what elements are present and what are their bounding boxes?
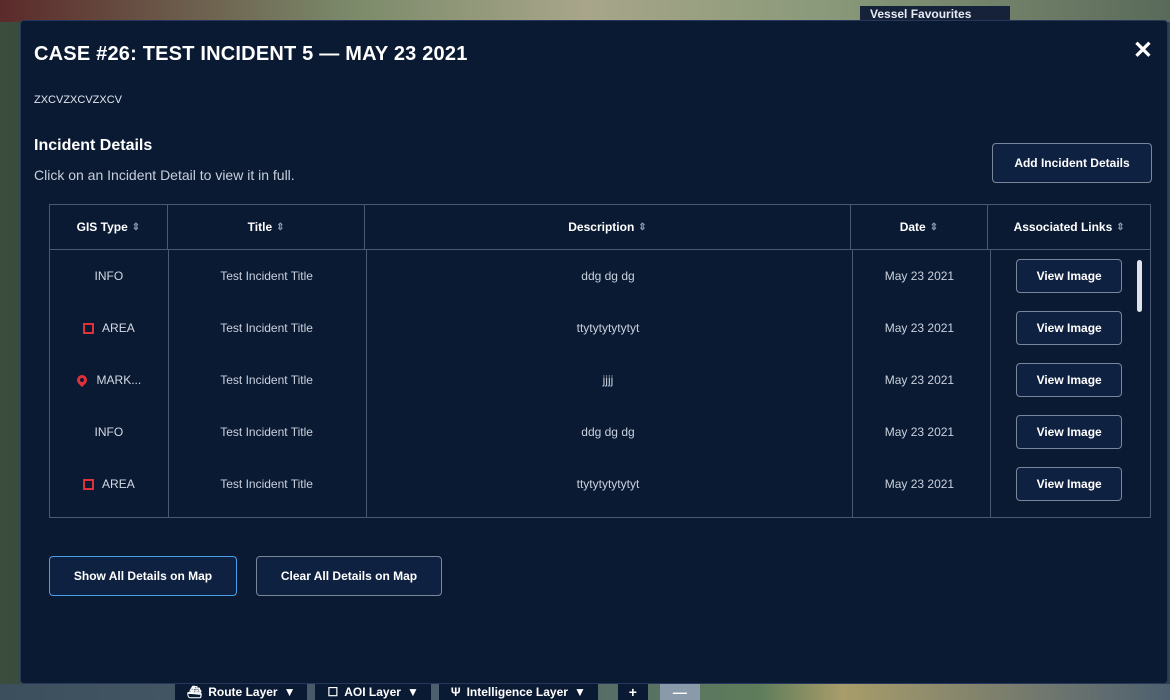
view-image-button[interactable]: View Image <box>1016 415 1123 449</box>
close-icon[interactable]: ✕ <box>1133 39 1153 63</box>
column-header-title[interactable]: Title ⇕ <box>168 205 366 249</box>
sort-icon: ⇕ <box>1116 221 1125 233</box>
title-cell: Test Incident Title <box>220 269 313 283</box>
gis-type-cell: INFO <box>94 269 124 283</box>
clear-all-details-button[interactable]: Clear All Details on Map <box>256 556 442 596</box>
view-image-button[interactable]: View Image <box>1016 259 1123 293</box>
map-pin-icon <box>74 372 89 388</box>
title-cell: Test Incident Title <box>220 477 313 491</box>
section-hint: Click on an Incident Detail to view it i… <box>34 167 295 183</box>
antenna-icon: Ψ <box>450 685 461 699</box>
sort-icon: ⇕ <box>929 221 939 233</box>
table-row[interactable]: AREA Test Incident Title ttytytytytytyt … <box>50 302 1150 354</box>
description-cell: ddg dg dg <box>581 425 635 439</box>
description-cell: ttytytytytytyt <box>576 321 640 335</box>
gis-type-cell: AREA <box>50 302 168 354</box>
gis-type-cell: INFO <box>94 425 124 439</box>
zoom-in-button[interactable]: + <box>617 684 648 700</box>
view-image-button[interactable]: View Image <box>1016 467 1123 501</box>
chevron-down-icon: ▼ <box>573 685 586 699</box>
date-cell: May 23 2021 <box>884 477 955 491</box>
section-title: Incident Details <box>34 137 153 154</box>
layer-toolbar: ⛴ Route Layer ▼ ☐ AOI Layer ▼ Ψ Intellig… <box>175 684 700 700</box>
links-cell: View Image <box>988 302 1150 354</box>
description-cell: ddg dg dg <box>581 269 635 283</box>
table-row[interactable]: INFO Test Incident Title ddg dg dg May 2… <box>50 406 1150 458</box>
incident-details-table: GIS Type ⇕ Title ⇕ Description ⇕ Date ⇕ Asso… <box>49 204 1151 518</box>
view-image-button[interactable]: View Image <box>1016 311 1123 345</box>
table-row[interactable]: INFO Test Incident Title ddg dg dg May 2… <box>50 250 1150 302</box>
table-row[interactable]: MARK... Test Incident Title jjjj May 23 … <box>50 354 1150 406</box>
column-header-associated-links[interactable]: Associated Links ⇕ <box>988 205 1150 249</box>
view-image-button[interactable]: View Image <box>1016 363 1123 397</box>
date-cell: May 23 2021 <box>884 373 955 387</box>
description-cell: jjjj <box>602 373 614 387</box>
route-layer-dropdown[interactable]: ⛴ Route Layer ▼ <box>175 684 308 700</box>
sort-icon: ⇕ <box>131 221 141 233</box>
table-scrollbar[interactable] <box>1137 260 1142 312</box>
table-body[interactable]: INFO Test Incident Title ddg dg dg May 2… <box>50 250 1150 517</box>
chevron-down-icon: ▼ <box>283 685 296 699</box>
column-header-gis-type[interactable]: GIS Type ⇕ <box>50 205 168 249</box>
title-cell: Test Incident Title <box>220 425 313 439</box>
date-cell: May 23 2021 <box>884 321 955 335</box>
case-subtitle: ZXCVZXCVZXCV <box>34 94 123 106</box>
modal-title: CASE #26: TEST INCIDENT 5 — MAY 23 2021 <box>34 43 468 65</box>
case-modal: CASE #26: TEST INCIDENT 5 — MAY 23 2021 … <box>20 20 1168 684</box>
column-header-date[interactable]: Date ⇕ <box>851 205 989 249</box>
zoom-out-button[interactable]: — <box>659 684 700 700</box>
square-icon: ☐ <box>327 685 339 699</box>
table-row[interactable]: AREA Test Incident Title ttytytytytytyt … <box>50 458 1150 510</box>
links-cell: View Image <box>988 406 1150 458</box>
sort-icon: ⇕ <box>638 221 647 233</box>
gis-type-cell: AREA <box>50 458 168 510</box>
area-icon <box>83 478 95 490</box>
date-cell: May 23 2021 <box>884 425 955 439</box>
show-all-details-button[interactable]: Show All Details on Map <box>49 556 237 596</box>
gis-type-cell: MARK... <box>50 354 168 406</box>
add-incident-details-button[interactable]: Add Incident Details <box>992 143 1152 183</box>
sort-icon: ⇕ <box>276 221 285 233</box>
title-cell: Test Incident Title <box>220 373 313 387</box>
links-cell: View Image <box>988 458 1150 510</box>
links-cell: View Image <box>988 354 1150 406</box>
title-cell: Test Incident Title <box>220 321 313 335</box>
area-icon <box>83 322 95 334</box>
table-header: GIS Type ⇕ Title ⇕ Description ⇕ Date ⇕ Asso… <box>50 205 1150 250</box>
aoi-layer-dropdown[interactable]: ☐ AOI Layer ▼ <box>315 684 431 700</box>
chevron-down-icon: ▼ <box>406 685 419 699</box>
date-cell: May 23 2021 <box>884 269 955 283</box>
description-cell: ttytytytytytyt <box>576 477 640 491</box>
column-header-description[interactable]: Description ⇕ <box>365 205 851 249</box>
links-cell: View Image <box>988 250 1150 302</box>
ship-icon: ⛴ <box>187 685 203 699</box>
intelligence-layer-dropdown[interactable]: Ψ Intelligence Layer ▼ <box>438 684 598 700</box>
